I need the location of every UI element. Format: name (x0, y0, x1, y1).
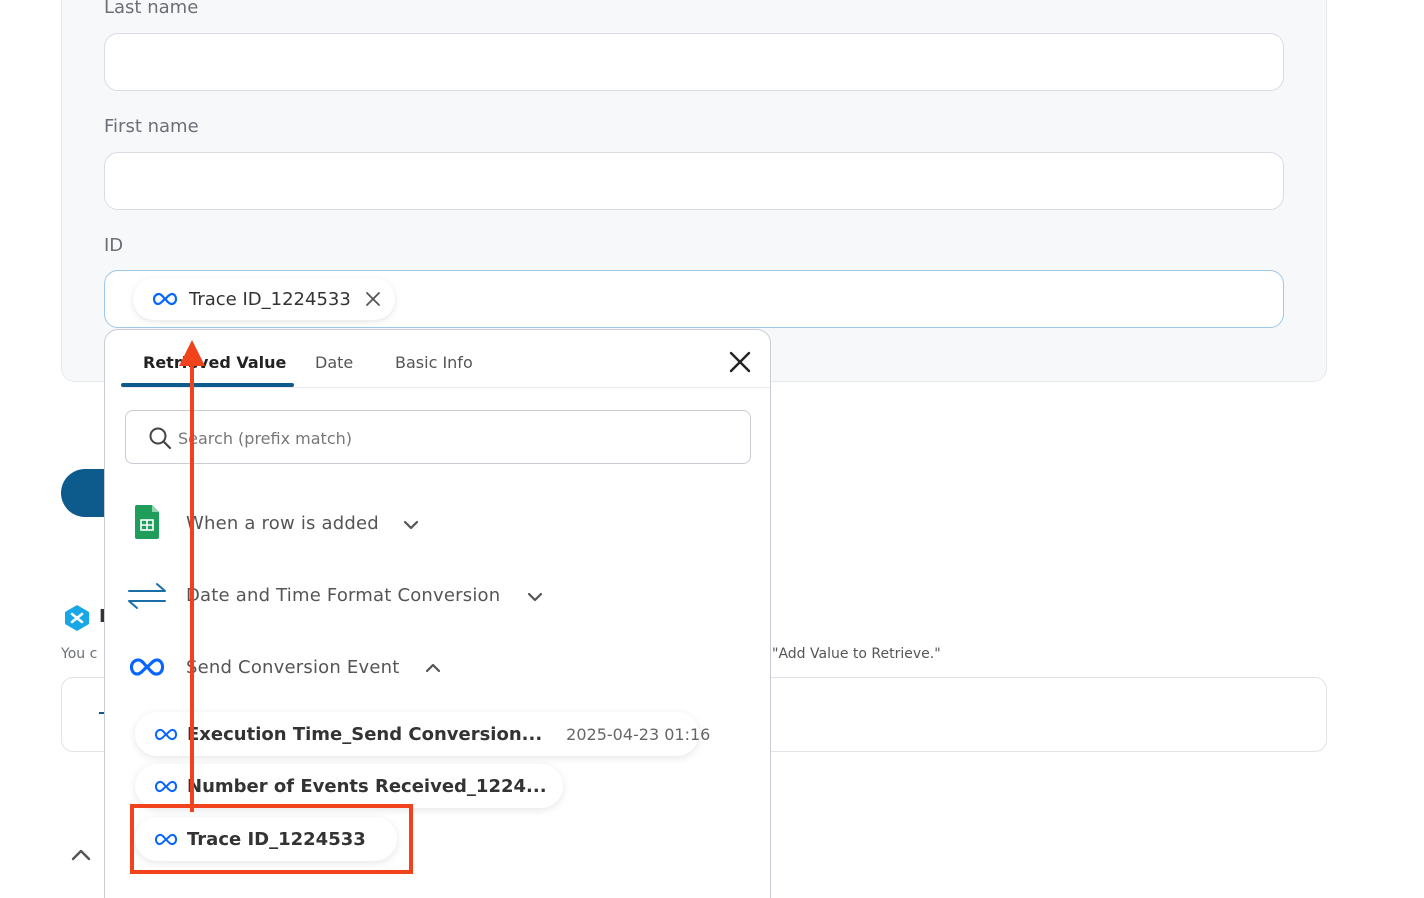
id-value-chip[interactable]: Trace ID_1224533 (133, 278, 395, 320)
last-name-input[interactable] (104, 33, 1284, 91)
app-logo-icon (65, 605, 89, 631)
source-label: Date and Time Format Conversion (186, 585, 501, 606)
swap-arrows-icon (128, 583, 166, 609)
tab-basic-info[interactable]: Basic Info (395, 353, 473, 372)
annotation-highlight-box (130, 804, 413, 874)
search-input[interactable] (178, 423, 728, 453)
chevron-up-icon[interactable] (425, 663, 441, 673)
chevron-down-icon[interactable] (527, 592, 543, 602)
value-label: Number of Events Received_1224... (187, 775, 547, 797)
search-icon (149, 427, 172, 450)
first-name-label: First name (104, 116, 199, 137)
id-chip-label: Trace ID_1224533 (189, 288, 351, 310)
tab-retrieved-value[interactable]: Retrieved Value (143, 353, 286, 372)
chip-remove-icon[interactable] (365, 291, 381, 307)
annotation-arrow-icon (179, 340, 205, 812)
source-when-row-added[interactable]: When a row is added (125, 502, 425, 546)
source-label: Send Conversion Event (186, 657, 400, 678)
meta-icon (153, 292, 177, 306)
value-item-execution-time[interactable]: Execution Time_Send Conversion... 2025-0… (135, 712, 710, 756)
tab-date[interactable]: Date (315, 353, 353, 372)
first-name-input[interactable] (104, 152, 1284, 210)
chevron-up-icon[interactable] (71, 848, 91, 862)
value-sample: 2025-04-23 01:16 (566, 724, 711, 744)
google-sheets-icon (135, 505, 159, 539)
close-icon[interactable] (729, 351, 751, 373)
value-label: Execution Time_Send Conversion... (187, 723, 543, 745)
helper-text-suffix: "Add Value to Retrieve." (772, 646, 941, 662)
meta-icon (130, 658, 164, 676)
last-name-label: Last name (104, 0, 199, 18)
helper-text-partial: You c (61, 646, 98, 662)
tabs-divider (121, 387, 770, 388)
search-box (125, 410, 751, 464)
screen: Last name First name ID Trace ID_1224533… (0, 0, 1424, 898)
source-label: When a row is added (186, 513, 379, 534)
id-label: ID (104, 235, 124, 256)
chevron-down-icon[interactable] (403, 520, 419, 530)
